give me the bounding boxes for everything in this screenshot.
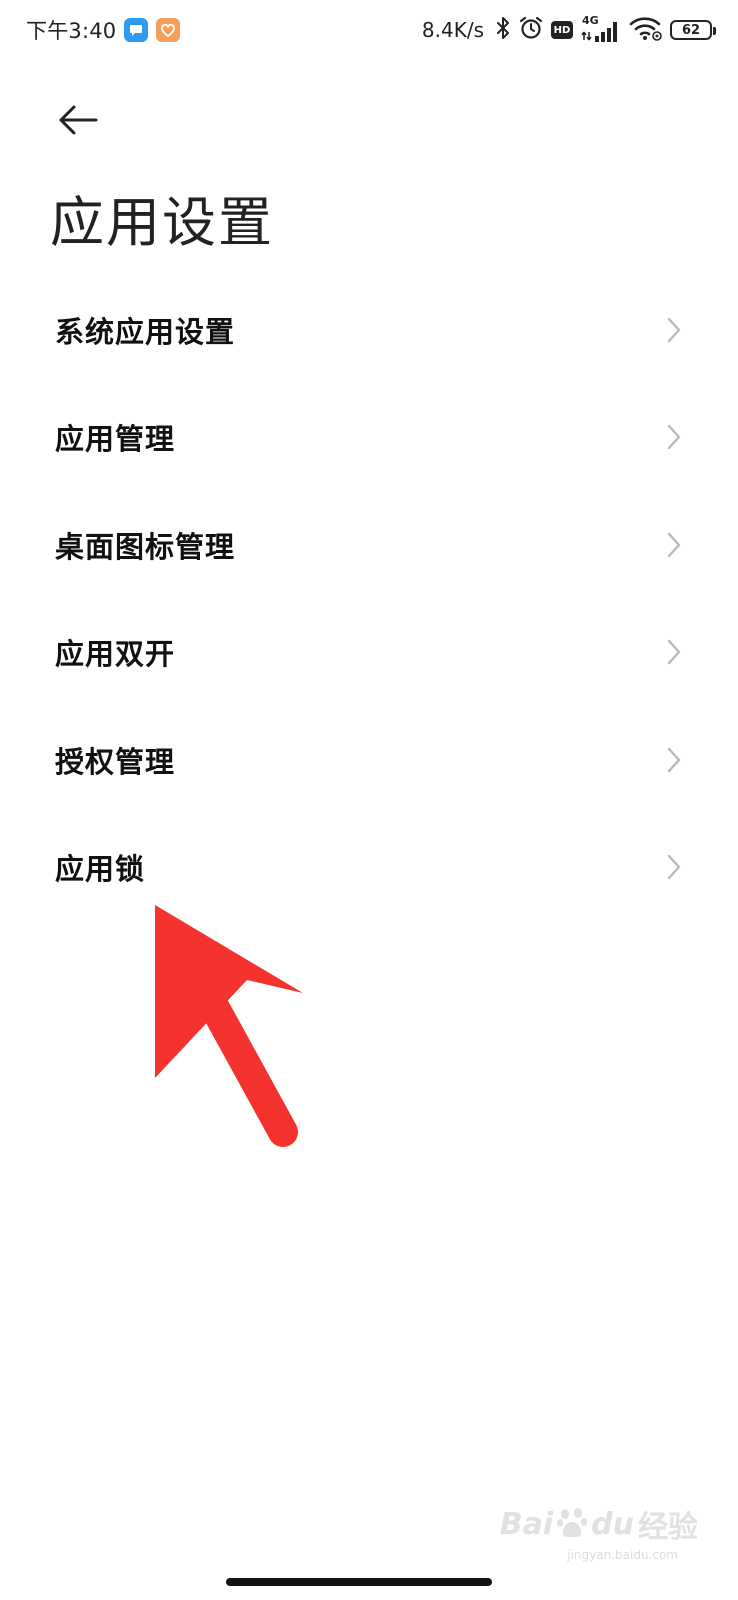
chevron-right-icon	[666, 531, 682, 559]
chevron-right-icon	[666, 316, 682, 344]
watermark-brand-suffix: du	[591, 1506, 634, 1542]
watermark-url: jingyan.baidu.com	[567, 1548, 678, 1562]
menu-item-label: 应用管理	[55, 422, 176, 457]
page-title: 应用设置	[50, 191, 274, 254]
menu-item-permission-management[interactable]: 授权管理	[0, 706, 738, 814]
menu-item-label: 应用锁	[55, 852, 146, 887]
watermark-brand-cn: 经验	[638, 1510, 698, 1545]
status-bar-left: 下午3:40	[26, 15, 181, 45]
menu-item-label: 授权管理	[55, 744, 176, 779]
net-speed: 8.4K/s	[421, 18, 484, 42]
arrow-left-icon	[59, 105, 98, 135]
baidu-jingyan-watermark: Bai du 经验 jingyan.baidu.com	[500, 1502, 698, 1563]
menu-item-dual-apps[interactable]: 应用双开	[0, 599, 738, 707]
watermark-brand-row: Bai du 经验	[500, 1502, 698, 1546]
alarm-icon	[518, 15, 544, 45]
chevron-right-icon	[666, 423, 682, 451]
menu-item-label: 系统应用设置	[55, 314, 236, 349]
cellular-signal-icon: 4G	[580, 14, 622, 44]
watermark-brand: Bai	[499, 1506, 554, 1542]
status-bar-right: 8.4K/s HD 4G 62	[421, 14, 716, 45]
menu-item-desktop-icon-management[interactable]: 桌面图标管理	[0, 491, 738, 599]
chevron-right-icon	[666, 746, 682, 774]
home-indicator[interactable]	[226, 1578, 492, 1586]
annotation-arrow-icon	[155, 905, 303, 1147]
chevron-right-icon	[666, 638, 682, 666]
menu-item-label: 应用双开	[55, 637, 176, 672]
hd-voice-icon: HD	[551, 21, 573, 39]
app-settings-screen: 下午3:40 8.4K/s HD 4G 62 应用设置 系统应用设置 应用管理 …	[0, 0, 738, 1600]
status-time: 下午3:40	[26, 19, 117, 43]
paw-logo-icon	[557, 1506, 588, 1542]
health-app-icon	[156, 18, 181, 42]
bluetooth-icon	[495, 16, 511, 44]
settings-menu-list: 系统应用设置 应用管理 桌面图标管理 应用双开 授权管理 应用锁	[0, 276, 738, 921]
menu-item-app-lock[interactable]: 应用锁	[0, 814, 738, 922]
menu-item-system-app-settings[interactable]: 系统应用设置	[0, 276, 738, 384]
status-bar: 下午3:40 8.4K/s HD 4G 62	[0, 0, 738, 60]
back-button[interactable]	[48, 92, 108, 148]
chat-app-icon	[124, 18, 149, 42]
wifi-icon	[629, 15, 663, 45]
battery-icon: 62	[670, 20, 716, 40]
menu-item-label: 桌面图标管理	[55, 529, 236, 564]
menu-item-app-management[interactable]: 应用管理	[0, 384, 738, 492]
chevron-right-icon	[666, 853, 682, 881]
